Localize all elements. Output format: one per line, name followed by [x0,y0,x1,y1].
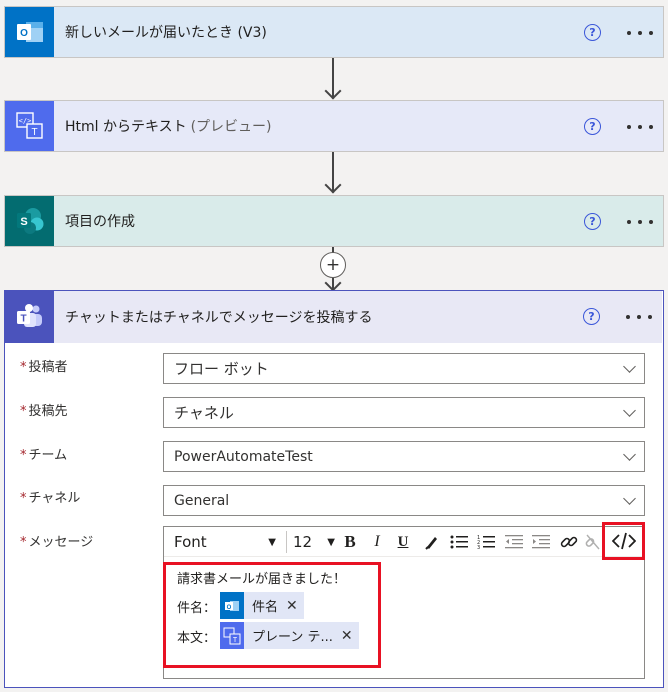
toolbar-divider [286,531,287,553]
numbered-list-icon[interactable]: 123 [475,530,497,554]
step-title: Html からテキスト (プレビュー) [65,101,272,151]
field-label-channel: * チャネル [20,491,81,506]
help-icon[interactable]: ? [584,24,601,41]
bullet-list-icon[interactable] [448,530,470,554]
field-label-message: * メッセージ [20,535,94,550]
arrowhead [324,176,342,194]
poster-dropdown[interactable]: フロー ボット [163,353,645,384]
arrowhead [324,274,342,292]
svg-text:O: O [20,28,28,39]
decrease-indent-icon[interactable] [503,530,525,554]
unlink-icon[interactable] [584,530,602,554]
sharepoint-icon: S [5,196,54,246]
highlight-pen-icon[interactable] [421,530,443,554]
font-label: Font [174,533,207,551]
teams-icon: T [5,291,54,343]
field-label-poster: * 投稿者 [20,360,68,375]
step-title-text: Html からテキスト [65,119,187,135]
step-card-html-to-text[interactable]: </> T Html からテキスト (プレビュー) ? [4,100,664,152]
more-options-icon[interactable] [627,26,653,40]
channel-dropdown[interactable]: General [163,485,645,516]
outlook-icon: O [5,7,54,57]
svg-text:3: 3 [477,545,480,550]
step-card-outlook[interactable]: O 新しいメールが届いたとき (V3) ? [4,6,664,58]
svg-text:T: T [20,314,26,325]
help-icon[interactable]: ? [584,213,601,230]
field-label-post-in: * 投稿先 [20,404,68,419]
code-view-icon[interactable] [609,528,639,554]
chevron-down-icon [623,492,636,505]
teams-card-header[interactable]: T チャットまたはチャネルでメッセージを投稿する ? [5,291,662,343]
message-highlight [163,562,381,668]
field-label-team: * チーム [20,448,68,463]
step-title: チャットまたはチャネルでメッセージを投稿する [65,310,373,326]
more-options-icon[interactable] [626,310,652,324]
team-dropdown[interactable]: PowerAutomateTest [163,441,645,472]
bold-button[interactable]: B [339,530,361,554]
font-family-select[interactable]: Font ▼ [168,530,282,554]
caret-down-icon: ▼ [327,536,335,548]
chevron-down-icon [623,404,636,417]
font-size-label: 12 [293,533,313,551]
step-card-sharepoint[interactable]: S 項目の作成 ? [4,195,664,247]
chevron-down-icon [623,360,636,373]
more-options-icon[interactable] [627,215,653,229]
underline-button[interactable]: U [392,530,414,554]
font-size-select[interactable]: 12 ▼ [293,530,335,554]
arrowhead [324,82,342,100]
help-icon[interactable]: ? [584,118,601,135]
step-title: 項目の作成 [65,214,135,230]
link-icon[interactable] [558,530,580,554]
more-options-icon[interactable] [627,120,653,134]
html-to-text-icon: </> T [5,101,54,151]
step-subtitle: (プレビュー) [190,119,272,135]
caret-down-icon: ▼ [268,536,276,548]
help-icon[interactable]: ? [583,308,600,325]
step-title: 新しいメールが届いたとき (V3) [65,25,267,41]
post-in-dropdown[interactable]: チャネル [163,397,645,428]
increase-indent-icon[interactable] [530,530,552,554]
chevron-down-icon [623,448,636,461]
svg-text:S: S [20,216,27,228]
svg-text:T: T [31,127,37,138]
italic-button[interactable]: I [366,530,388,554]
